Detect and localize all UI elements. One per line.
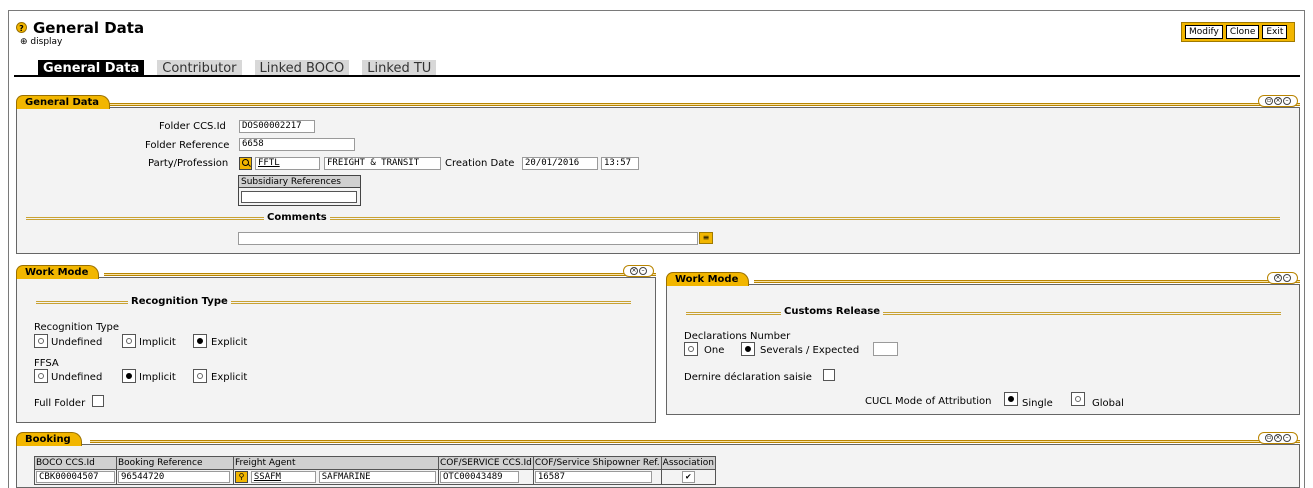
recognition-implicit-radio[interactable]	[122, 334, 136, 348]
recognition-explicit-radio[interactable]	[193, 334, 207, 348]
panel-controls[interactable]: × –	[623, 265, 654, 277]
lookup-search-icon[interactable]	[239, 157, 252, 170]
clone-button[interactable]: Clone	[1225, 25, 1260, 39]
comments-section-title: Comments	[264, 212, 330, 223]
shipowner-ref-cell[interactable]: 16587	[534, 471, 652, 483]
ffsa-undefined-label: Undefined	[51, 372, 103, 383]
ffsa-explicit-label: Explicit	[211, 372, 248, 383]
recognition-explicit-label: Explicit	[211, 337, 248, 348]
cof-service-ccs-id-cell[interactable]: OTC00043489	[440, 471, 519, 483]
restore-icon[interactable]: ▫	[1265, 97, 1273, 105]
folder-ccs-id-label: Folder CCS.Id	[159, 121, 226, 132]
panel-controls[interactable]: ▫ × –	[1258, 95, 1298, 107]
boco-ccs-id-cell[interactable]: CBK00004507	[36, 471, 115, 483]
work-mode-panel-right: Work Mode × –	[664, 272, 1300, 415]
folder-ccs-id-field[interactable]: DOS00002217	[239, 120, 315, 133]
creation-date-label: Creation Date	[445, 158, 515, 169]
subsidiary-references-box: Subsidiary References	[238, 175, 361, 206]
column-header-cof-service-ccs-id: COF/SERVICE CCS.Id	[438, 456, 534, 470]
derniere-declaration-label: Dernire déclaration saisie	[684, 372, 812, 383]
work-mode-panel-left: Work Mode × –	[14, 265, 656, 423]
ffsa-implicit-label: Implicit	[139, 372, 176, 383]
mode-label: display	[30, 37, 63, 47]
close-icon[interactable]: ×	[1274, 274, 1282, 282]
recognition-type-label: Recognition Type	[34, 322, 120, 333]
subsidiary-references-header: Subsidiary References	[239, 176, 360, 188]
party-profession-label: Party/Profession	[148, 158, 229, 169]
declarations-one-radio[interactable]	[684, 342, 698, 356]
column-header-freight-agent: Freight Agent	[233, 456, 439, 470]
ffsa-explicit-radio[interactable]	[193, 369, 207, 383]
party-name-field[interactable]: FREIGHT & TRANSIT	[324, 157, 441, 170]
declarations-count-field[interactable]	[873, 342, 898, 356]
agent-code-cell[interactable]: SSAFM	[250, 471, 316, 483]
booking-reference-cell[interactable]: 96544720	[118, 471, 230, 483]
exit-button[interactable]: Exit	[1262, 25, 1288, 39]
declarations-severals-label: Severals / Expected	[760, 345, 860, 356]
column-header-boco-ccs-id: BOCO CCS.Id	[34, 456, 117, 470]
restore-icon[interactable]: ▫	[1265, 434, 1273, 442]
top-action-bar: Modify Clone Exit	[1181, 22, 1295, 42]
modify-button[interactable]: Modify	[1185, 25, 1223, 39]
association-checkbox[interactable]: ✔	[681, 471, 695, 483]
work-mode-right-title: Work Mode	[666, 272, 750, 286]
cucl-single-label: Single	[1022, 398, 1053, 409]
cucl-single-radio[interactable]	[1004, 392, 1018, 406]
table-header-row: BOCO CCS.Id Booking Reference Freight Ag…	[34, 456, 716, 470]
party-code-field[interactable]: FFTL	[255, 157, 320, 170]
subsidiary-references-field[interactable]	[241, 191, 357, 203]
ffsa-label: FFSA	[34, 358, 59, 369]
full-folder-label: Full Folder	[34, 398, 86, 409]
booking-panel-title: Booking	[16, 432, 82, 446]
mode-indicator: ⊕ display	[20, 37, 62, 47]
agent-lookup-search-icon[interactable]: ⚲	[235, 471, 248, 483]
customs-release-section-title: Customs Release	[781, 306, 884, 317]
creation-date-field[interactable]: 20/01/2016	[522, 157, 598, 170]
mode-bullet-icon: ⊕	[20, 37, 28, 47]
comments-expand-icon[interactable]: ≡	[699, 232, 713, 244]
column-header-booking-reference: Booking Reference	[116, 456, 234, 470]
recognition-undefined-radio[interactable]	[34, 334, 48, 348]
page-title: General Data	[33, 19, 145, 37]
collapse-icon[interactable]: –	[1283, 434, 1291, 442]
close-icon[interactable]: ×	[1274, 434, 1282, 442]
agent-name-cell[interactable]: SAFMARINE	[318, 471, 436, 483]
declarations-number-label: Declarations Number	[684, 331, 791, 342]
general-data-panel: General Data ▫ × –	[14, 95, 1300, 254]
collapse-icon[interactable]: –	[1283, 97, 1291, 105]
general-data-panel-title: General Data	[16, 95, 111, 109]
ffsa-undefined-radio[interactable]	[34, 369, 48, 383]
column-header-shipowner-ref: COF/Service Shipowner Ref.	[532, 456, 662, 470]
close-icon[interactable]: ×	[1274, 97, 1282, 105]
panel-controls[interactable]: ▫ × –	[1258, 432, 1298, 444]
collapse-icon[interactable]: –	[639, 267, 647, 275]
column-header-association: Association	[660, 456, 716, 470]
cucl-global-radio[interactable]	[1071, 392, 1085, 406]
ffsa-implicit-radio[interactable]	[122, 369, 136, 383]
close-icon[interactable]: ×	[630, 267, 638, 275]
declarations-severals-radio[interactable]	[741, 342, 755, 356]
panel-controls[interactable]: × –	[1267, 272, 1298, 284]
recognition-undefined-label: Undefined	[51, 337, 103, 348]
help-icon[interactable]: ?	[16, 22, 27, 33]
recognition-implicit-label: Implicit	[139, 337, 176, 348]
recognition-type-section-title: Recognition Type	[128, 296, 231, 307]
work-mode-left-title: Work Mode	[16, 265, 100, 279]
derniere-declaration-checkbox[interactable]	[823, 369, 835, 381]
comments-field[interactable]	[238, 232, 698, 245]
tab-underline	[14, 75, 1300, 77]
folder-reference-label: Folder Reference	[145, 140, 230, 151]
declarations-one-label: One	[704, 345, 725, 356]
creation-time-field[interactable]: 13:57	[601, 157, 639, 170]
booking-table: BOCO CCS.Id Booking Reference Freight Ag…	[34, 456, 716, 485]
full-folder-checkbox[interactable]	[92, 395, 104, 407]
cucl-mode-label: CUCL Mode of Attribution	[865, 396, 992, 407]
cucl-global-label: Global	[1092, 398, 1124, 409]
folder-reference-field[interactable]: 6658	[239, 138, 355, 151]
collapse-icon[interactable]: –	[1283, 274, 1291, 282]
table-row: CBK00004507 96544720 ⚲ SSAFM SAFMARINE O…	[34, 469, 716, 485]
